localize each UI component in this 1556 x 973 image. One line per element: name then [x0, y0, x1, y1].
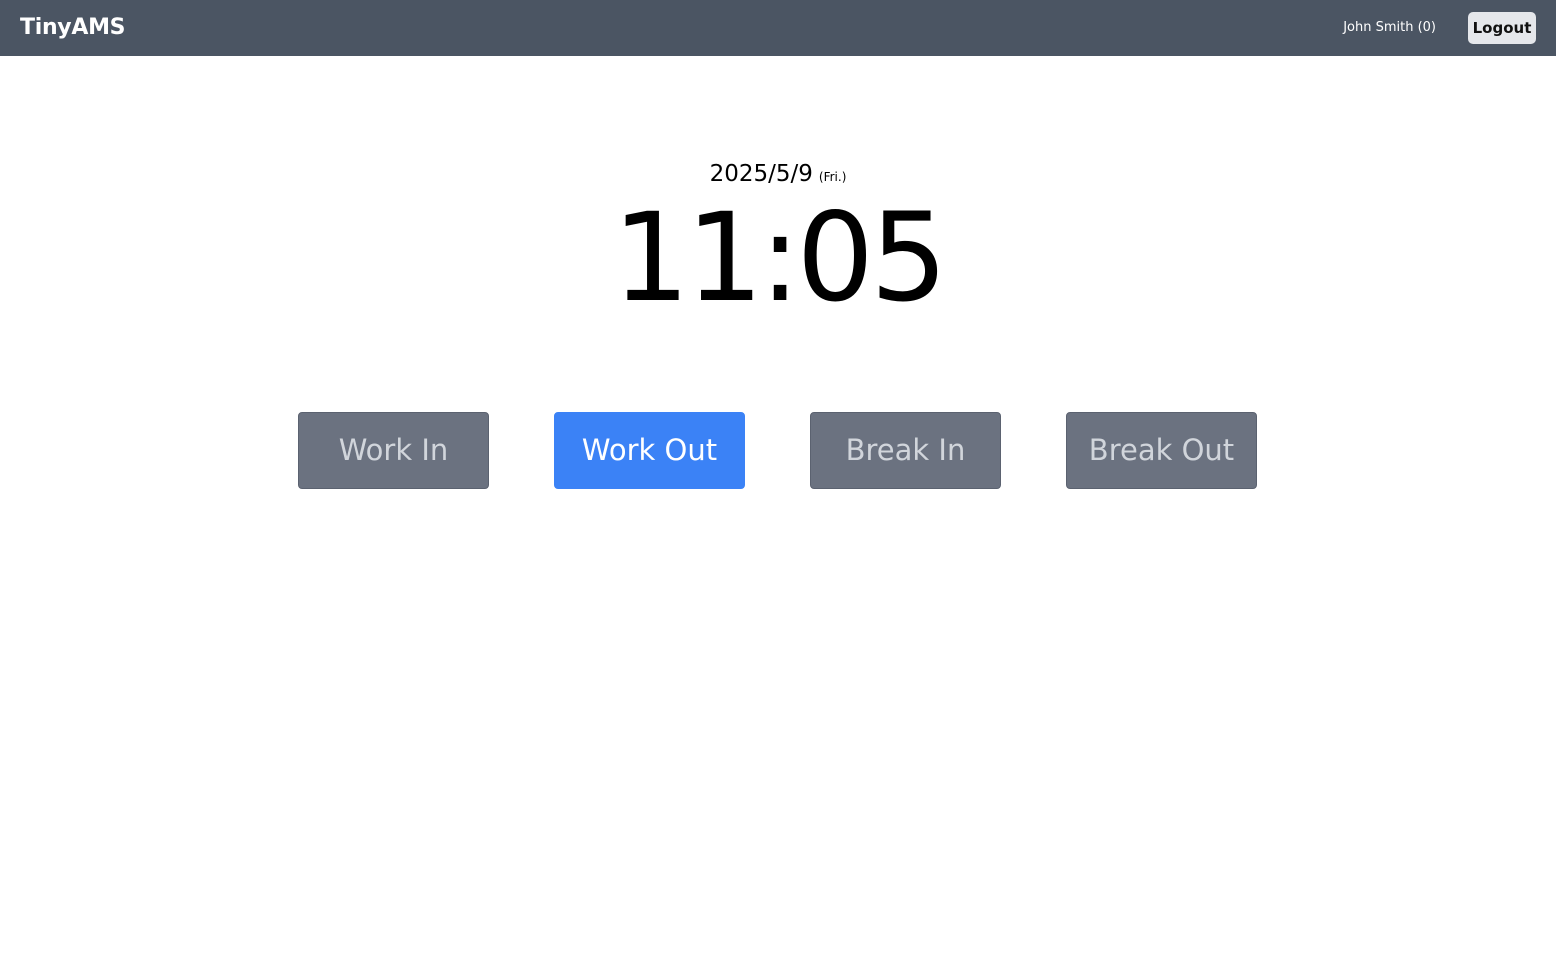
break-out-button[interactable]: Break Out [1066, 412, 1257, 489]
app-brand[interactable]: TinyAMS [20, 14, 126, 42]
user-name-label: John Smith (0) [1343, 20, 1436, 35]
top-navbar: TinyAMS John Smith (0) Logout [0, 0, 1556, 56]
work-in-button[interactable]: Work In [298, 412, 489, 489]
logout-button[interactable]: Logout [1468, 12, 1536, 44]
weekday-text: (Fri.) [818, 170, 847, 184]
work-out-button[interactable]: Work Out [554, 412, 745, 489]
time-display: 11:05 [612, 187, 948, 329]
date-text: 2025/5/9 [709, 161, 813, 187]
break-in-button[interactable]: Break In [810, 412, 1001, 489]
